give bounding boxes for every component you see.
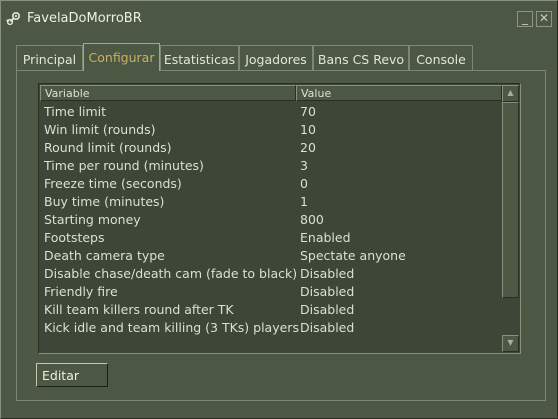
variable-value: 0 [300, 176, 308, 191]
variable-value: 1 [300, 194, 308, 209]
column-header-value[interactable]: Value [296, 85, 502, 101]
steam-logo-icon [6, 11, 21, 26]
variable-name: Time limit [44, 104, 107, 119]
variable-name: Time per round (minutes) [44, 158, 204, 173]
variable-name: Death camera type [44, 248, 165, 263]
edit-button[interactable]: Editar [36, 363, 108, 387]
variable-value: Disabled [300, 320, 355, 335]
list-row[interactable]: Kill team killers round after TK Disabled [39, 301, 501, 319]
variable-value: Disabled [300, 284, 355, 299]
configure-panel: Variable Value Time limit 70 Win limit (r… [16, 70, 546, 401]
variable-value: 70 [300, 104, 316, 119]
variable-name: Starting money [44, 212, 141, 227]
tab-configurar[interactable]: Configurar [83, 43, 160, 71]
list-row[interactable]: Freeze time (seconds) 0 [39, 175, 501, 193]
list-row[interactable]: Death camera type Spectate anyone [39, 247, 501, 265]
variable-value: Enabled [300, 230, 351, 245]
variable-name: Buy time (minutes) [44, 194, 165, 209]
list-rows: Time limit 70 Win limit (rounds) 10 Round … [39, 103, 501, 337]
tab-bans-cs-revo[interactable]: Bans CS Revo [313, 45, 409, 71]
variable-name: Disable chase/death cam (fade to black) [44, 266, 298, 281]
minimize-button[interactable]: _ [517, 11, 533, 27]
variable-value: 10 [300, 122, 316, 137]
variable-name: Freeze time (seconds) [44, 176, 182, 191]
tab-console[interactable]: Console [409, 45, 473, 71]
variables-list[interactable]: Variable Value Time limit 70 Win limit (r… [38, 83, 521, 354]
variable-value: Disabled [300, 302, 355, 317]
tab-jogadores[interactable]: Jogadores [239, 45, 313, 71]
tab-principal[interactable]: Principal [16, 45, 83, 71]
variable-value: Disabled [300, 266, 355, 281]
variable-name: Footsteps [44, 230, 105, 245]
list-row[interactable]: Time per round (minutes) 3 [39, 157, 501, 175]
variable-value: Spectate anyone [300, 248, 406, 263]
variable-name: Win limit (rounds) [44, 122, 156, 137]
variable-name: Kick idle and team killing (3 TKs) playe… [44, 320, 299, 335]
close-button[interactable]: ✕ [536, 11, 552, 27]
title-bar[interactable]: FavelaDoMorroBR _ ✕ [1, 1, 557, 35]
list-row[interactable]: Footsteps Enabled [39, 229, 501, 247]
tab-estatisticas[interactable]: Estatisticas [160, 45, 239, 71]
variable-name: Friendly fire [44, 284, 118, 299]
scroll-down-button[interactable]: ▼ [502, 335, 519, 352]
variable-name: Kill team killers round after TK [44, 302, 234, 317]
list-header: Variable Value [40, 85, 502, 101]
variable-value: 800 [300, 212, 324, 227]
variable-name: Round limit (rounds) [44, 140, 172, 155]
list-row[interactable]: Starting money 800 [39, 211, 501, 229]
vertical-scrollbar[interactable]: ▲ ▼ [502, 85, 519, 352]
server-window: FavelaDoMorroBR _ ✕ Principal Configurar… [0, 0, 558, 419]
variable-value: 3 [300, 158, 308, 173]
list-row[interactable]: Win limit (rounds) 10 [39, 121, 501, 139]
variable-value: 20 [300, 140, 316, 155]
list-row[interactable]: Kick idle and team killing (3 TKs) playe… [39, 319, 501, 337]
list-row[interactable]: Round limit (rounds) 20 [39, 139, 501, 157]
scroll-up-button[interactable]: ▲ [502, 85, 519, 102]
window-title: FavelaDoMorroBR [27, 11, 142, 26]
scroll-thumb[interactable] [502, 102, 519, 298]
column-header-variable[interactable]: Variable [40, 85, 296, 101]
list-row[interactable]: Friendly fire Disabled [39, 283, 501, 301]
list-row[interactable]: Disable chase/death cam (fade to black) D… [39, 265, 501, 283]
list-row[interactable]: Buy time (minutes) 1 [39, 193, 501, 211]
list-row[interactable]: Time limit 70 [39, 103, 501, 121]
